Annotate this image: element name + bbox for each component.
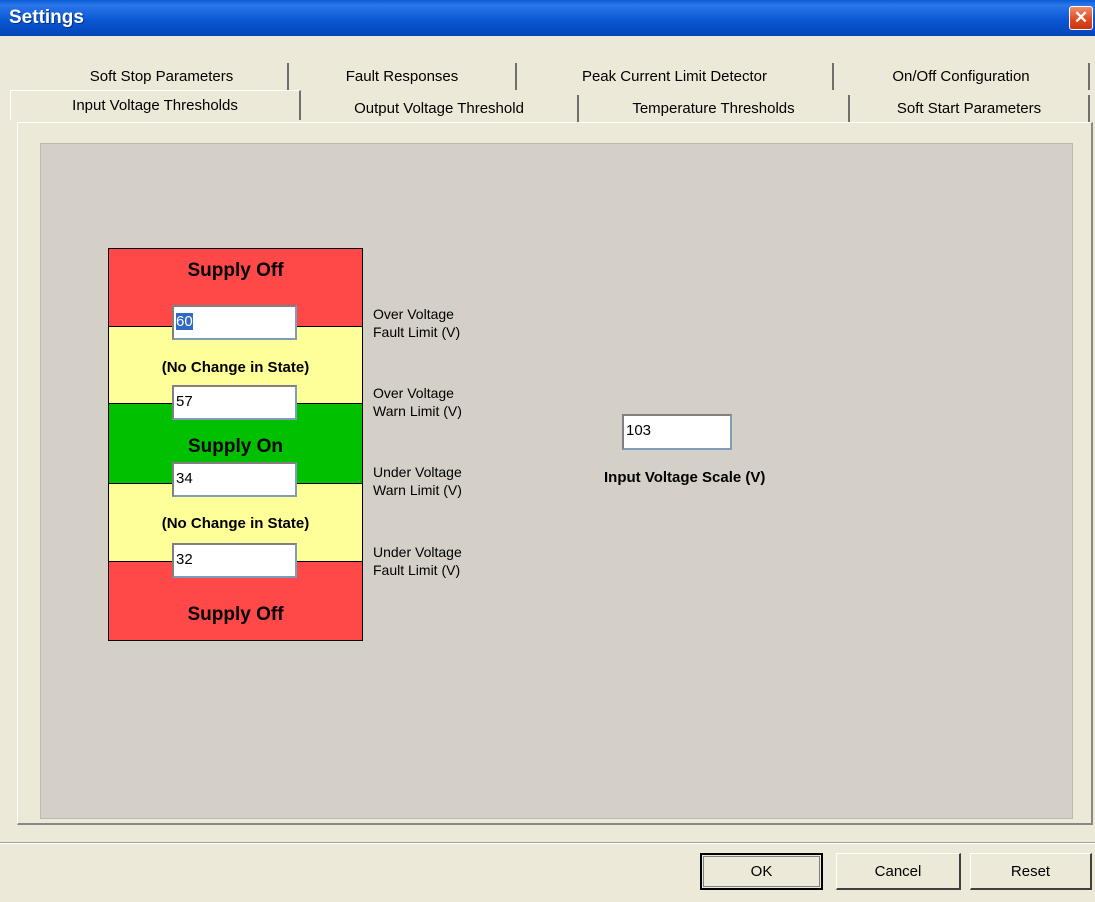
tab-fault-responses[interactable]: Fault Responses <box>289 63 517 90</box>
title-bar: Settings ✕ <box>0 0 1095 36</box>
tab-peak-current-limit-detector[interactable]: Peak Current Limit Detector <box>517 63 834 90</box>
band-label-no-change-upper: (No Change in State) <box>161 359 310 376</box>
button-label: Reset <box>1010 862 1051 880</box>
band-label-supply-off-top: Supply Off <box>187 260 284 281</box>
field-value: 60 <box>176 313 193 330</box>
tab-soft-stop-parameters[interactable]: Soft Stop Parameters <box>36 63 289 90</box>
tab-label: On/Off Configuration <box>892 68 1030 85</box>
tab-output-voltage-threshold[interactable]: Output Voltage Threshold <box>301 95 579 122</box>
label-line: Warn Limit (V) <box>373 403 462 419</box>
input-voltage-scale-label: Input Voltage Scale (V) <box>604 469 766 486</box>
tab-soft-start-parameters[interactable]: Soft Start Parameters <box>850 95 1090 122</box>
label-line: Over Voltage <box>373 306 454 322</box>
tab-label: Fault Responses <box>345 68 459 85</box>
tab-label: Input Voltage Thresholds <box>72 97 238 114</box>
label-line: Warn Limit (V) <box>373 482 462 498</box>
tab-label: Output Voltage Threshold <box>354 100 524 117</box>
button-label: Cancel <box>874 862 922 880</box>
close-button[interactable]: ✕ <box>1069 6 1093 30</box>
under-voltage-warn-label: Under Voltage Warn Limit (V) <box>373 463 462 499</box>
over-voltage-warn-label: Over Voltage Warn Limit (V) <box>373 384 462 420</box>
band-label-supply-off-bottom: Supply Off <box>187 604 284 625</box>
tab-label: Soft Start Parameters <box>896 100 1042 117</box>
window-title: Settings <box>9 7 84 28</box>
input-voltage-scale-input[interactable]: 103 <box>622 414 732 450</box>
reset-button[interactable]: Reset <box>970 853 1092 890</box>
under-voltage-warn-input[interactable]: 34 <box>172 462 297 497</box>
tab-input-voltage-thresholds[interactable]: Input Voltage Thresholds <box>10 90 301 120</box>
over-voltage-warn-input[interactable]: 57 <box>172 385 297 420</box>
tab-label: Peak Current Limit Detector <box>581 68 768 85</box>
band-label-no-change-lower: (No Change in State) <box>161 515 310 532</box>
button-label: OK <box>750 863 773 880</box>
label-line: Over Voltage <box>373 385 454 401</box>
label-line: Fault Limit (V) <box>373 324 461 340</box>
label-line: Under Voltage <box>373 544 462 560</box>
field-value: 57 <box>176 393 193 410</box>
close-icon: ✕ <box>1073 8 1089 27</box>
over-voltage-fault-input[interactable]: 60 <box>172 305 297 340</box>
ok-button[interactable]: OK <box>700 853 823 890</box>
label-line: Fault Limit (V) <box>373 562 461 578</box>
over-voltage-fault-label: Over Voltage Fault Limit (V) <box>373 305 460 341</box>
field-value: 32 <box>176 551 193 568</box>
under-voltage-fault-label: Under Voltage Fault Limit (V) <box>373 543 462 579</box>
tab-label: Temperature Thresholds <box>632 100 795 117</box>
field-value: 34 <box>176 470 193 487</box>
label-line: Under Voltage <box>373 464 462 480</box>
separator <box>0 843 1095 844</box>
tab-label: Soft Stop Parameters <box>89 68 234 85</box>
tab-on-off-configuration[interactable]: On/Off Configuration <box>834 63 1090 90</box>
tab-temperature-thresholds[interactable]: Temperature Thresholds <box>579 95 850 122</box>
field-value: 103 <box>626 422 652 439</box>
cancel-button[interactable]: Cancel <box>836 853 961 890</box>
band-label-supply-on: Supply On <box>188 436 283 457</box>
under-voltage-fault-input[interactable]: 32 <box>172 543 297 578</box>
